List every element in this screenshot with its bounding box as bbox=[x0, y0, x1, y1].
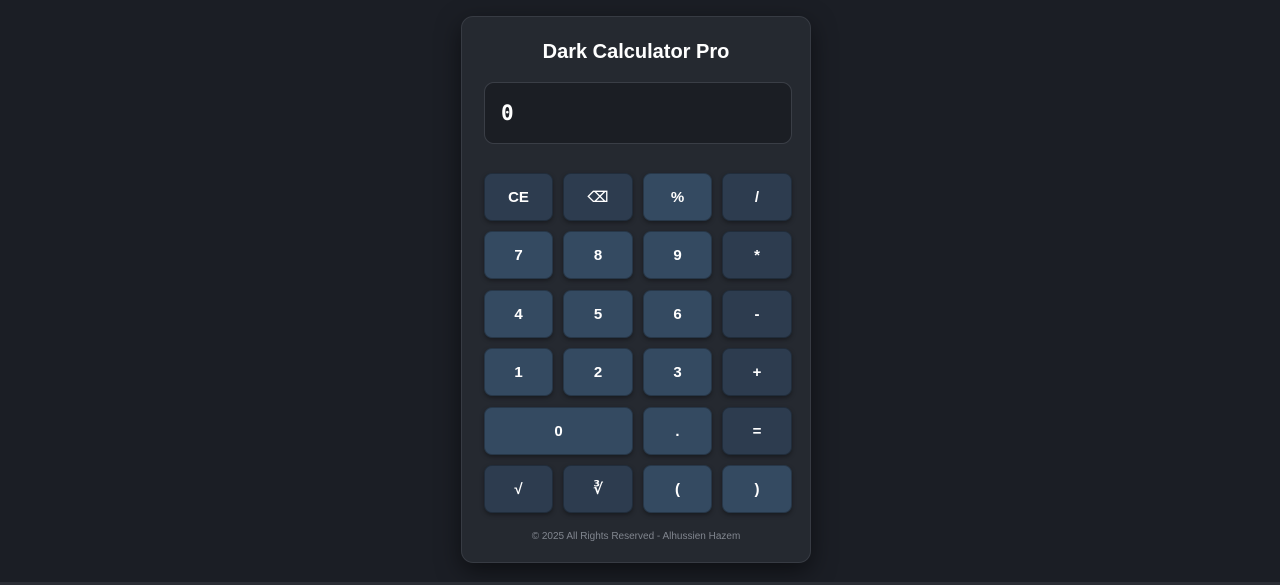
digit-7-button[interactable]: 7 bbox=[484, 231, 553, 279]
footer-copyright: © 2025 All Rights Reserved - Alhussien H… bbox=[531, 531, 741, 542]
open-paren-button[interactable]: ( bbox=[643, 465, 712, 513]
digit-0-button[interactable]: 0 bbox=[484, 407, 633, 455]
digit-6-button[interactable]: 6 bbox=[643, 290, 712, 338]
digit-8-button[interactable]: 8 bbox=[563, 231, 633, 279]
multiply-button[interactable]: * bbox=[722, 231, 792, 279]
clear-entry-button[interactable]: CE bbox=[484, 173, 553, 221]
calculator-display: 0 bbox=[484, 82, 792, 144]
equals-button[interactable]: = bbox=[722, 407, 792, 455]
close-paren-button[interactable]: ) bbox=[722, 465, 792, 513]
digit-5-button[interactable]: 5 bbox=[563, 290, 633, 338]
plus-button[interactable]: + bbox=[722, 348, 792, 396]
divide-button[interactable]: / bbox=[722, 173, 792, 221]
percent-button[interactable]: % bbox=[643, 173, 712, 221]
square-root-button[interactable]: √ bbox=[484, 465, 553, 513]
minus-button[interactable]: - bbox=[722, 290, 792, 338]
digit-4-button[interactable]: 4 bbox=[484, 290, 553, 338]
decimal-button[interactable]: . bbox=[643, 407, 712, 455]
digit-1-button[interactable]: 1 bbox=[484, 348, 553, 396]
backspace-button[interactable]: ⌫ bbox=[563, 173, 633, 221]
digit-9-button[interactable]: 9 bbox=[643, 231, 712, 279]
calculator-panel: Dark Calculator Pro 0 CE ⌫ % / 7 8 9 * 4… bbox=[461, 16, 811, 563]
digit-2-button[interactable]: 2 bbox=[563, 348, 633, 396]
cube-root-button[interactable]: ∛ bbox=[563, 465, 633, 513]
digit-3-button[interactable]: 3 bbox=[643, 348, 712, 396]
app-title: Dark Calculator Pro bbox=[542, 41, 730, 63]
